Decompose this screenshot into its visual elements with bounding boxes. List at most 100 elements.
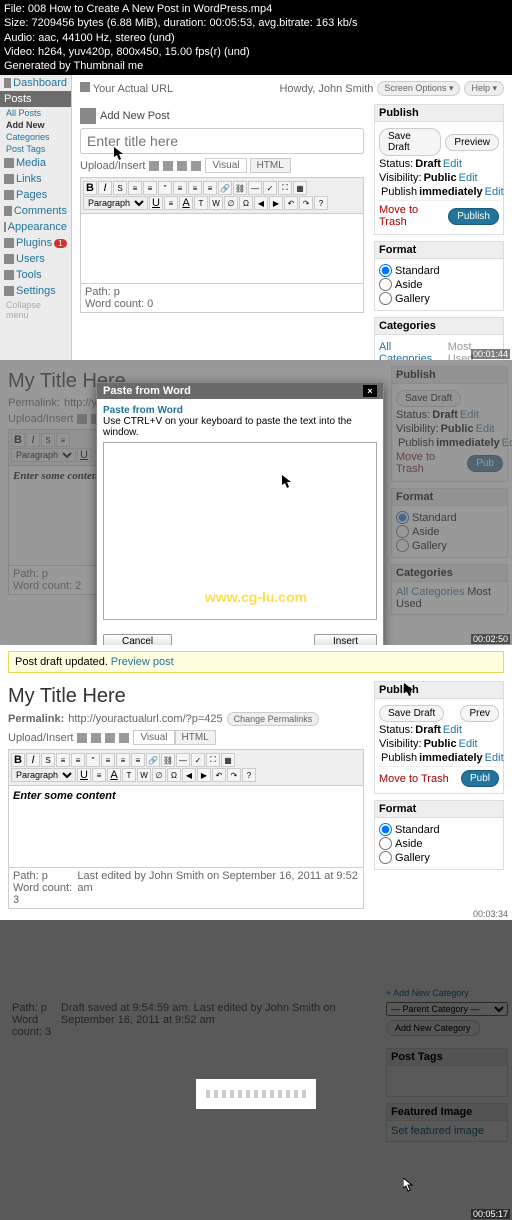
editor-body[interactable] (80, 214, 364, 284)
insert-image-icon[interactable] (77, 733, 87, 743)
insert-video-icon[interactable] (91, 733, 101, 743)
format-aside[interactable]: Aside (379, 278, 499, 291)
align-left-button[interactable]: ≡ (101, 753, 115, 767)
move-to-trash[interactable]: Move to Trash (379, 204, 444, 228)
publish-button[interactable]: Publish (448, 208, 499, 225)
status-edit[interactable]: Edit (443, 724, 462, 736)
howdy-text[interactable]: Howdy, John Smith (279, 83, 373, 95)
format-select[interactable]: Paragraph (83, 196, 148, 210)
format-gallery[interactable]: Gallery (379, 292, 499, 305)
close-button[interactable]: × (363, 385, 377, 397)
paste-text-button[interactable]: T (194, 196, 208, 210)
move-to-trash[interactable]: Move to Trash (379, 773, 449, 785)
paste-text-button[interactable]: T (122, 768, 136, 782)
sidebar-plugins[interactable]: Plugins 1 (0, 235, 71, 251)
quote-button[interactable]: " (158, 181, 172, 195)
more-button[interactable]: — (248, 181, 262, 195)
preview-post-link[interactable]: Preview post (111, 656, 174, 668)
align-right-button[interactable]: ≡ (203, 181, 217, 195)
sidebar-dashboard[interactable]: Dashboard (0, 75, 71, 91)
align-center-button[interactable]: ≡ (116, 753, 130, 767)
save-draft-button[interactable]: Save Draft (379, 128, 441, 156)
spell-button[interactable]: ✓ (263, 181, 277, 195)
change-permalinks-button[interactable]: Change Permalinks (227, 712, 320, 726)
fullscreen-button[interactable]: ⛶ (206, 753, 220, 767)
format-standard[interactable]: Standard (379, 264, 499, 277)
kitchen-sink-button[interactable]: ▦ (221, 753, 235, 767)
tab-html[interactable]: HTML (175, 730, 216, 745)
sidebar-comments[interactable]: Comments (0, 203, 71, 219)
sidebar-appearance[interactable]: Appearance (0, 219, 71, 235)
underline-button[interactable]: U (149, 196, 163, 210)
indent-button[interactable]: ▶ (197, 768, 211, 782)
strike-button[interactable]: S (113, 181, 127, 195)
bold-button[interactable]: B (83, 181, 97, 195)
paste-word-button[interactable]: W (209, 196, 223, 210)
tab-html[interactable]: HTML (250, 158, 291, 173)
sidebar-settings[interactable]: Settings (0, 283, 71, 299)
paste-word-button[interactable]: W (137, 768, 151, 782)
tab-visual[interactable]: Visual (133, 730, 174, 745)
set-featured-image-link[interactable]: Set featured image (391, 1125, 484, 1137)
color-button[interactable]: A (107, 768, 121, 782)
tab-all-categories[interactable]: All Categories (379, 341, 446, 360)
format-standard[interactable]: Standard (379, 823, 499, 836)
sidebar-all-posts[interactable]: All Posts (0, 107, 71, 119)
justify-button[interactable]: ≡ (164, 196, 178, 210)
sidebar-add-new[interactable]: Add New (0, 119, 71, 131)
screen-options-button[interactable]: Screen Options ▾ (377, 81, 460, 96)
align-left-button[interactable]: ≡ (173, 181, 187, 195)
save-draft-button[interactable]: Save Draft (379, 705, 444, 722)
ul-button[interactable]: ≡ (56, 753, 70, 767)
strike-button[interactable]: S (41, 753, 55, 767)
char-button[interactable]: Ω (167, 768, 181, 782)
publish-button[interactable]: Publ (461, 770, 499, 787)
unlink-button[interactable]: ⛓ (161, 753, 175, 767)
publish-edit[interactable]: Edit (485, 186, 504, 198)
underline-button[interactable]: U (77, 768, 91, 782)
publish-edit[interactable]: Edit (485, 752, 504, 764)
paste-textarea[interactable] (103, 442, 377, 620)
sidebar-post-tags[interactable]: Post Tags (0, 143, 71, 155)
align-center-button[interactable]: ≡ (188, 181, 202, 195)
ul-button[interactable]: ≡ (128, 181, 142, 195)
link-button[interactable]: 🔗 (218, 181, 232, 195)
insert-video-icon[interactable] (163, 161, 173, 171)
undo-button[interactable]: ↶ (284, 196, 298, 210)
italic-button[interactable]: I (98, 181, 112, 195)
cancel-button[interactable]: Cancel (103, 634, 172, 645)
parent-category-select[interactable]: — Parent Category — (386, 1002, 508, 1016)
preview-button[interactable]: Preview (445, 134, 499, 151)
unlink-button[interactable]: ⛓ (233, 181, 247, 195)
format-gallery[interactable]: Gallery (379, 851, 499, 864)
color-button[interactable]: A (179, 196, 193, 210)
char-button[interactable]: Ω (239, 196, 253, 210)
sidebar-links[interactable]: Links (0, 171, 71, 187)
undo-button[interactable]: ↶ (212, 768, 226, 782)
sidebar-media[interactable]: Media (0, 155, 71, 171)
kitchen-sink-button[interactable]: ▦ (293, 181, 307, 195)
clear-format-button[interactable]: ∅ (224, 196, 238, 210)
insert-media-icon[interactable] (191, 161, 201, 171)
add-new-category-link[interactable]: + Add New Category (386, 988, 508, 998)
justify-button[interactable]: ≡ (92, 768, 106, 782)
indent-button[interactable]: ▶ (269, 196, 283, 210)
sidebar-posts[interactable]: Posts (0, 91, 71, 107)
format-aside[interactable]: Aside (379, 837, 499, 850)
visibility-edit[interactable]: Edit (459, 172, 478, 184)
help-button[interactable]: Help ▾ (464, 81, 504, 96)
post-title-input[interactable] (80, 128, 364, 154)
editor-body[interactable]: Enter some content (8, 786, 364, 868)
site-url[interactable]: Your Actual URL (93, 83, 173, 95)
link-button[interactable]: 🔗 (146, 753, 160, 767)
sidebar-pages[interactable]: Pages (0, 187, 71, 203)
status-edit[interactable]: Edit (443, 158, 462, 170)
outdent-button[interactable]: ◀ (254, 196, 268, 210)
ol-button[interactable]: ≡ (71, 753, 85, 767)
sidebar-users[interactable]: Users (0, 251, 71, 267)
insert-media-icon[interactable] (119, 733, 129, 743)
ol-button[interactable]: ≡ (143, 181, 157, 195)
insert-button[interactable]: Insert (314, 634, 377, 645)
insert-audio-icon[interactable] (177, 161, 187, 171)
italic-button[interactable]: I (26, 753, 40, 767)
